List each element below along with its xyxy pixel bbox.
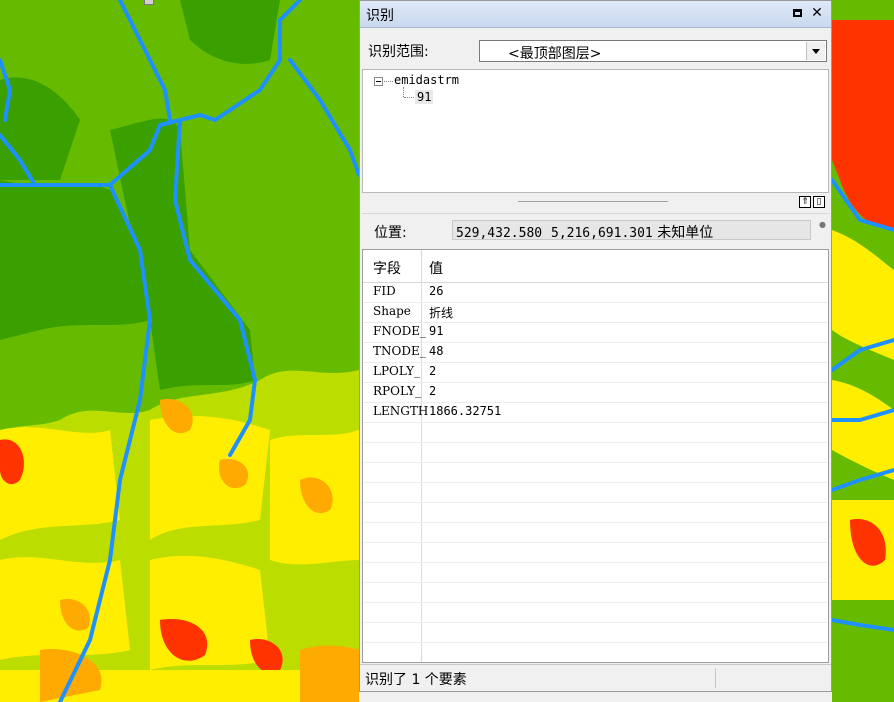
column-header-field[interactable]: 字段 [373, 258, 401, 278]
status-bar: 识别了 1 个要素 [360, 664, 831, 691]
column-header-value[interactable]: 值 [429, 258, 443, 278]
field-name-cell: LPOLY_ [373, 364, 421, 378]
identify-from-label: 识别范围: [368, 44, 429, 60]
identify-from-dropdown[interactable]: <最顶部图层> [479, 40, 827, 62]
identify-titlebar[interactable]: 识别 ✕ [360, 1, 831, 28]
location-label: 位置: [374, 225, 407, 241]
empty-row [363, 422, 828, 443]
tree-connector [404, 97, 414, 98]
location-panel: 位置: 529,432.580 5,216,691.301 未知单位 ● [362, 213, 829, 246]
field-name-cell: RPOLY_ [373, 384, 422, 398]
tree-connector [384, 81, 393, 82]
field-name-cell: FID [373, 284, 396, 298]
identify-from-value: <最顶部图层> [508, 46, 602, 62]
empty-row [363, 582, 828, 603]
empty-row [363, 482, 828, 503]
attribute-table: 字段 值 FID 26 Shape 折线 FNODE_ 91 TNODE_ 48 LPOLY_ 2… [362, 249, 829, 663]
empty-row [363, 602, 828, 623]
chevron-down-icon[interactable] [806, 42, 825, 60]
table-row[interactable]: RPOLY_ 2 [363, 382, 828, 403]
empty-row [363, 462, 828, 483]
close-button[interactable]: ✕ [809, 5, 825, 21]
results-tree[interactable]: emidastrm 91 [362, 69, 829, 193]
table-row[interactable]: LPOLY_ 2 [363, 362, 828, 383]
empty-row [363, 622, 828, 643]
table-row[interactable]: Shape 折线 [363, 302, 828, 323]
split-pane-button[interactable]: ▯ [813, 196, 825, 208]
field-value-cell: 48 [429, 344, 444, 358]
location-options-icon[interactable]: ● [819, 220, 826, 229]
field-value-cell: 2 [429, 384, 437, 398]
pane-splitter[interactable] [518, 201, 668, 202]
tree-feature-node[interactable]: 91 [415, 90, 434, 104]
collapse-icon[interactable] [374, 77, 383, 86]
table-row[interactable]: LENGTH 1866.32751 [363, 402, 828, 423]
location-y: 5,216,691.301 [551, 226, 653, 241]
field-value-cell: 26 [429, 284, 444, 298]
status-text: 识别了 1 个要素 [365, 672, 467, 688]
empty-row [363, 562, 828, 583]
table-row[interactable]: FID 26 [363, 282, 828, 303]
empty-row [363, 662, 828, 663]
window-bottom-edge [359, 692, 832, 702]
empty-row [363, 502, 828, 523]
restore-icon [792, 9, 802, 17]
field-name-cell: LENGTH [373, 404, 429, 418]
field-value-cell: 1866.32751 [429, 404, 502, 418]
empty-row [363, 642, 828, 662]
empty-row [363, 522, 828, 543]
field-value-cell: 91 [429, 324, 444, 338]
location-field: 529,432.580 5,216,691.301 未知单位 [452, 220, 811, 241]
field-name-cell: FNODE_ [373, 324, 427, 338]
window-title: 识别 [366, 8, 394, 24]
tree-connector [403, 87, 404, 97]
table-header: 字段 值 [363, 250, 828, 283]
location-x: 529,432.580 [456, 226, 543, 241]
field-value-cell: 2 [429, 364, 437, 378]
expand-pane-button[interactable]: ⇑ [799, 196, 811, 208]
identify-window: 识别 ✕ 识别范围: <最顶部图层> emidastrm 91 ⇑ ▯ 位置: … [359, 0, 832, 692]
field-name-cell: TNODE_ [373, 344, 426, 358]
table-row[interactable]: FNODE_ 91 [363, 322, 828, 343]
empty-row [363, 442, 828, 463]
tree-layer-node[interactable]: emidastrm [394, 73, 459, 87]
location-unit: 未知单位 [657, 225, 714, 241]
restore-button[interactable] [789, 5, 805, 21]
table-row[interactable]: TNODE_ 48 [363, 342, 828, 363]
field-value-cell: 折线 [429, 306, 454, 320]
field-name-cell: Shape [373, 304, 411, 318]
map-top-marker [144, 0, 154, 5]
empty-row [363, 542, 828, 563]
status-separator [715, 668, 716, 688]
